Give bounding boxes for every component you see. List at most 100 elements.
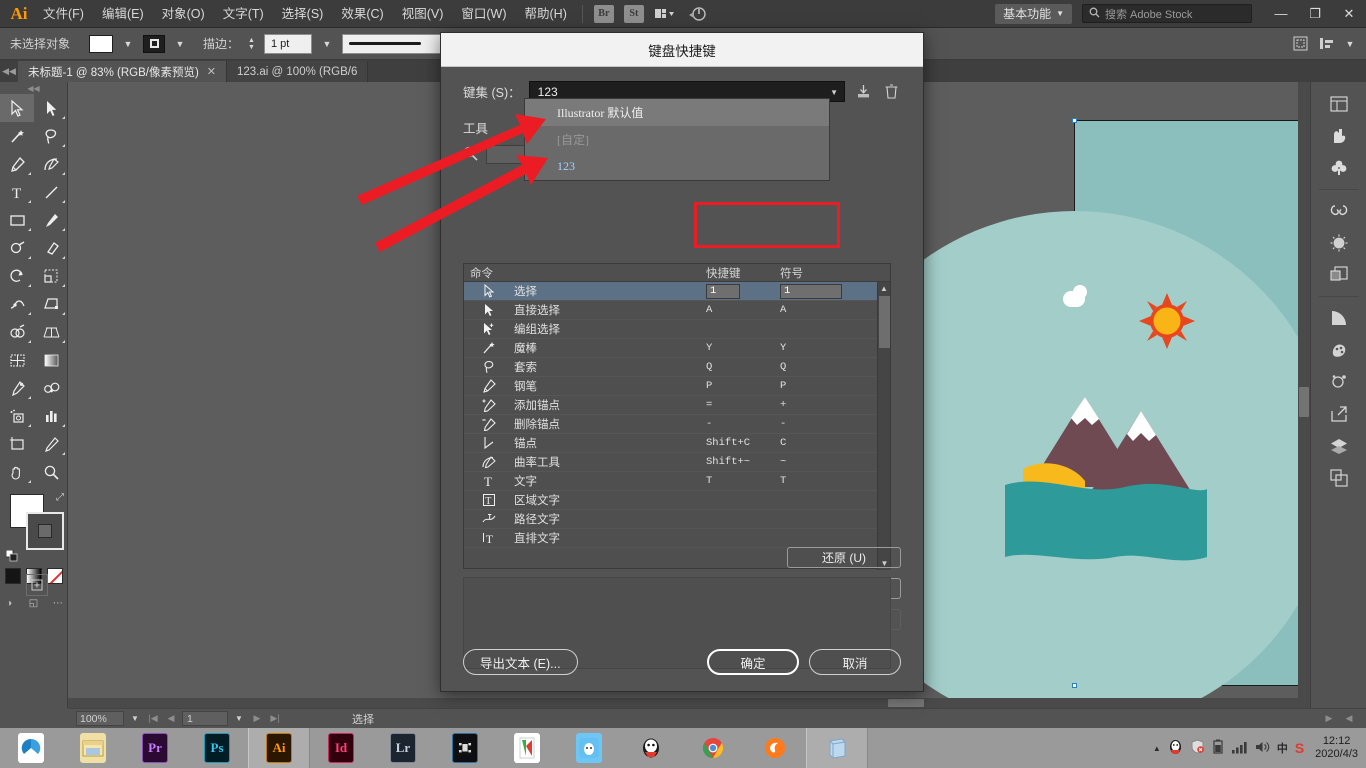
tool-lasso[interactable] bbox=[34, 122, 68, 150]
taskbar-notepad[interactable] bbox=[806, 728, 868, 768]
symbol[interactable]: P bbox=[780, 380, 854, 392]
vertical-scroll-thumb[interactable] bbox=[1299, 387, 1309, 417]
cancel-button[interactable]: 取消 bbox=[809, 649, 901, 675]
canvas-vertical-scrollbar[interactable] bbox=[1298, 82, 1310, 708]
first-artboard-icon[interactable]: |◀ bbox=[146, 711, 160, 726]
tools-panel-grip[interactable]: ◀◀ bbox=[0, 82, 67, 94]
shortcut-key[interactable]: A bbox=[706, 304, 780, 316]
libraries-panel-icon[interactable] bbox=[1322, 120, 1356, 152]
table-row[interactable]: 曲率工具 Shift+~ ~ bbox=[464, 453, 890, 472]
default-fill-stroke-icon[interactable] bbox=[6, 550, 18, 562]
symbol[interactable]: T bbox=[780, 475, 854, 487]
table-row[interactable]: 编组选择 bbox=[464, 320, 890, 339]
tool-slice[interactable] bbox=[34, 430, 68, 458]
table-row[interactable]: T 文字 T T bbox=[464, 472, 890, 491]
tool-mesh[interactable] bbox=[0, 346, 34, 374]
shortcut-key[interactable]: Y bbox=[706, 342, 780, 354]
taskbar-lightroom[interactable]: Lr bbox=[372, 728, 434, 768]
stroke-dropdown-icon[interactable]: ▼ bbox=[172, 34, 188, 54]
menu-effect[interactable]: 效果(C) bbox=[332, 1, 392, 27]
control-bar-overflow-icon[interactable]: ▼ bbox=[1342, 34, 1358, 54]
tab-untitled-1[interactable]: 未标题-1 @ 83% (RGB/像素预览) ✕ bbox=[18, 61, 227, 82]
zoom-dropdown-icon[interactable]: ▼ bbox=[128, 711, 142, 726]
taskbar-browser[interactable] bbox=[0, 728, 62, 768]
creative-cloud-icon[interactable] bbox=[1322, 195, 1356, 227]
table-row[interactable]: 路径文字 bbox=[464, 510, 890, 529]
taskbar-chrome[interactable] bbox=[682, 728, 744, 768]
tool-artboard[interactable] bbox=[0, 430, 34, 458]
taskbar-clock[interactable]: 12:12 2020/4/3 bbox=[1311, 735, 1358, 761]
tool-pen[interactable] bbox=[0, 150, 34, 178]
ime-indicator[interactable]: 中 bbox=[1277, 740, 1288, 756]
stroke-weight-input[interactable]: 1 pt bbox=[264, 34, 312, 54]
taskbar-qq-browser[interactable] bbox=[558, 728, 620, 768]
shortcuts-list-panel[interactable]: 命令 快捷键 符号 选择 1 1 bbox=[463, 263, 891, 569]
shield-icon[interactable] bbox=[1190, 739, 1205, 757]
artboard[interactable] bbox=[1074, 120, 1304, 686]
table-row[interactable]: T 区域文字 bbox=[464, 491, 890, 510]
stroke-weight-dropdown-icon[interactable]: ▼ bbox=[319, 34, 335, 54]
symbol[interactable]: - bbox=[780, 418, 854, 430]
bridge-icon[interactable]: Br bbox=[594, 5, 614, 23]
stroke-swatch-large[interactable] bbox=[26, 512, 64, 550]
stock-search-input[interactable]: 搜索 Adobe Stock bbox=[1082, 4, 1252, 23]
undo-button[interactable]: 还原 (U) bbox=[787, 547, 901, 568]
table-row[interactable]: 锚点 Shift+C C bbox=[464, 434, 890, 453]
tool-direct-selection[interactable] bbox=[34, 94, 68, 122]
delete-keyset-icon[interactable] bbox=[881, 82, 901, 102]
symbol[interactable]: A bbox=[780, 304, 854, 316]
canvas-horizontal-scrollbar[interactable] bbox=[68, 698, 1310, 708]
menu-edit[interactable]: 编辑(E) bbox=[93, 1, 153, 27]
tool-free-transform[interactable] bbox=[34, 290, 68, 318]
tool-symbol-sprayer[interactable] bbox=[0, 402, 34, 430]
taskbar-premiere[interactable]: Pr bbox=[124, 728, 186, 768]
taskbar-firefox[interactable] bbox=[744, 728, 806, 768]
drawing-mode-icon[interactable]: ◑ bbox=[0, 594, 18, 612]
tool-width[interactable] bbox=[0, 290, 34, 318]
shortcut-key[interactable]: T bbox=[706, 475, 780, 487]
properties-panel-icon[interactable] bbox=[1322, 88, 1356, 120]
prev-artboard-icon[interactable]: ◀ bbox=[164, 711, 178, 726]
shortcut-key[interactable]: Shift+C bbox=[706, 437, 780, 449]
scroll-thumb[interactable] bbox=[879, 296, 890, 348]
table-row[interactable]: 套索 Q Q bbox=[464, 358, 890, 377]
zoom-level-input[interactable]: 100% bbox=[76, 711, 124, 726]
tool-rectangle[interactable] bbox=[0, 206, 34, 234]
color-mode-solid-icon[interactable] bbox=[5, 568, 21, 584]
tool-blend[interactable] bbox=[34, 374, 68, 402]
signal-icon[interactable] bbox=[1231, 740, 1247, 757]
menu-select[interactable]: 选择(S) bbox=[273, 1, 333, 27]
tab-123-ai[interactable]: 123.ai @ 100% (RGB/6 bbox=[227, 61, 368, 82]
shortcut-key[interactable]: Q bbox=[706, 361, 780, 373]
shortcut-key[interactable]: = bbox=[706, 399, 780, 411]
shortcut-key-input[interactable]: 1 bbox=[706, 284, 740, 299]
tool-hand[interactable] bbox=[0, 458, 34, 486]
keyset-option-123[interactable]: ✓ 123 bbox=[525, 153, 829, 180]
tool-rotate[interactable] bbox=[0, 262, 34, 290]
shortcut-key[interactable]: Shift+~ bbox=[706, 456, 780, 468]
table-row[interactable]: 选择 1 1 bbox=[464, 282, 890, 301]
battery-icon[interactable] bbox=[1212, 739, 1224, 758]
export-panel-icon[interactable] bbox=[1322, 398, 1356, 430]
layers-panel-icon[interactable] bbox=[1322, 430, 1356, 462]
export-text-button[interactable]: 导出文本 (E)... bbox=[463, 649, 578, 675]
volume-icon[interactable] bbox=[1254, 740, 1270, 757]
window-restore-button[interactable]: ❐ bbox=[1298, 0, 1332, 28]
tab-close-icon[interactable]: ✕ bbox=[207, 65, 216, 78]
table-row[interactable]: T 直排文字 bbox=[464, 529, 890, 548]
tool-eraser[interactable] bbox=[34, 234, 68, 262]
tool-gradient[interactable] bbox=[34, 346, 68, 374]
table-row[interactable]: 直接选择 A A bbox=[464, 301, 890, 320]
artboard-dropdown-icon[interactable]: ▼ bbox=[232, 711, 246, 726]
menu-object[interactable]: 对象(O) bbox=[153, 1, 214, 27]
keyset-option-illustrator-default[interactable]: Illustrator 默认值 bbox=[525, 99, 829, 126]
color-panel-icon[interactable] bbox=[1322, 302, 1356, 334]
penguin-icon[interactable] bbox=[1168, 739, 1183, 758]
table-row[interactable]: 钢笔 P P bbox=[464, 377, 890, 396]
tool-zoom[interactable] bbox=[34, 458, 68, 486]
save-keyset-icon[interactable] bbox=[853, 82, 873, 102]
tool-line-segment[interactable] bbox=[34, 178, 68, 206]
symbol[interactable]: + bbox=[780, 399, 854, 411]
tool-type[interactable]: T bbox=[0, 178, 34, 206]
taskbar-illustrator[interactable]: Ai bbox=[248, 728, 310, 768]
